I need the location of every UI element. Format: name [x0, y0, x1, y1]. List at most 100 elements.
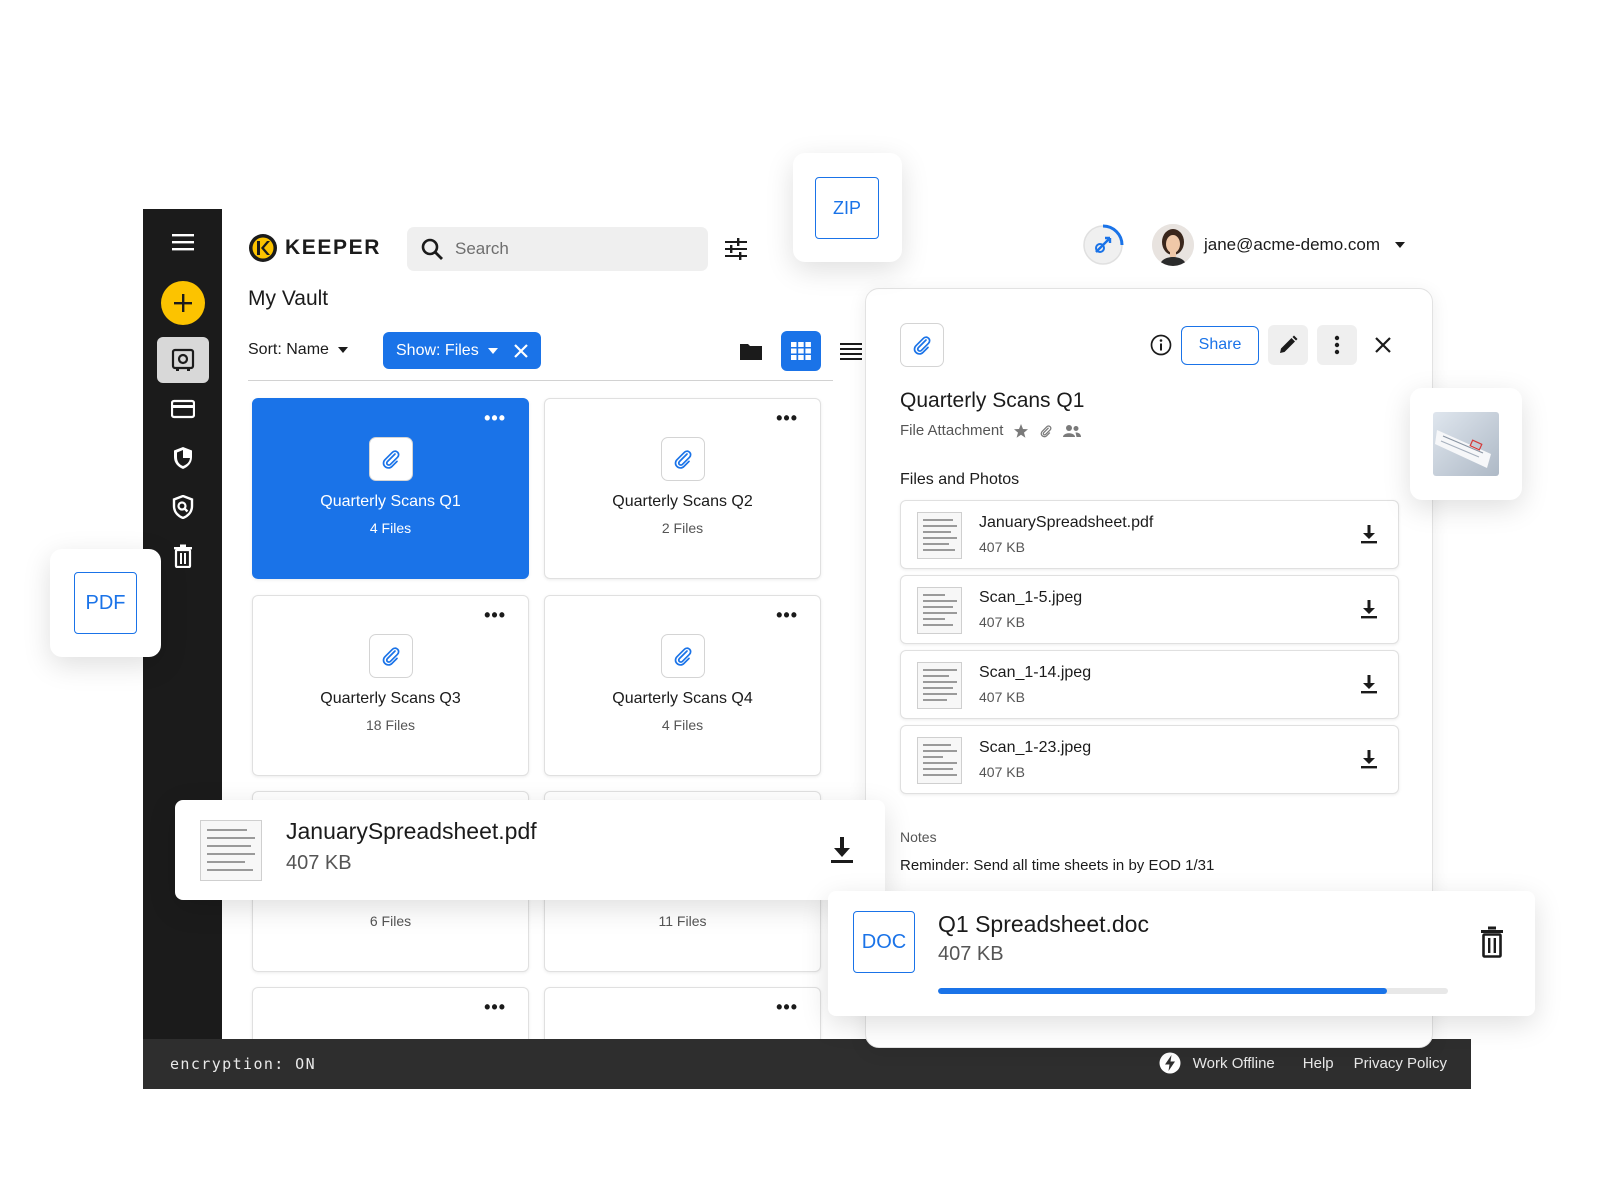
file-row[interactable]: Scan_1-14.jpeg 407 KB	[900, 650, 1399, 719]
section-heading: Files and Photos	[900, 471, 1020, 488]
vault-card[interactable]: ••• Quarterly Scans Q2 2 Files	[544, 398, 821, 579]
file-size: 407 KB	[979, 539, 1025, 555]
edit-button[interactable]	[1268, 325, 1308, 365]
file-row[interactable]: JanuarySpreadsheet.pdf 407 KB	[900, 500, 1399, 569]
file-name: Scan_1-23.jpeg	[979, 739, 1092, 756]
page-title: My Vault	[248, 287, 329, 310]
close-icon[interactable]	[513, 343, 529, 359]
card-file-count: 11 Files	[658, 913, 707, 929]
filter-chip[interactable]: Show: Files	[383, 332, 541, 369]
card-file-count: 4 Files	[369, 520, 412, 536]
vault-card[interactable]: ••• Quarterly Scans Q3 18 Files	[252, 595, 529, 776]
upload-progress-card: DOC Q1 Spreadsheet.doc 407 KB	[828, 891, 1535, 1016]
info-icon[interactable]	[1150, 334, 1172, 356]
more-options-icon[interactable]: •••	[776, 998, 798, 1016]
file-row[interactable]: Scan_1-5.jpeg 407 KB	[900, 575, 1399, 644]
vault-card[interactable]: ••• Quarterly Scans Q1 4 Files	[252, 398, 529, 579]
download-icon[interactable]	[1360, 524, 1378, 544]
work-offline-label: Work Offline	[1192, 1054, 1275, 1072]
sync-status-icon[interactable]	[1081, 223, 1125, 267]
folder-view-button[interactable]	[731, 331, 771, 371]
image-thumbnail-card	[1410, 388, 1522, 500]
folder-icon	[740, 344, 762, 360]
attachment-icon	[661, 437, 705, 481]
notes-text: Reminder: Send all time sheets in by EOD…	[900, 857, 1215, 874]
sort-dropdown[interactable]: Sort: Name	[248, 341, 349, 359]
trash-icon[interactable]	[1480, 926, 1504, 958]
pdf-badge: PDF	[74, 572, 137, 634]
search-input[interactable]	[455, 239, 675, 259]
file-thumbnail	[917, 512, 962, 559]
more-options-icon[interactable]: •••	[776, 606, 798, 624]
file-name: Scan_1-5.jpeg	[979, 589, 1083, 606]
keeper-logo-icon	[249, 234, 277, 262]
upload-file-size: 407 KB	[938, 943, 1004, 965]
sidebar-item-trash[interactable]	[157, 533, 209, 579]
download-icon[interactable]	[830, 836, 854, 864]
filter-settings-icon[interactable]	[724, 238, 748, 265]
card-file-count: 18 Files	[365, 717, 416, 733]
file-thumbnail	[200, 820, 262, 881]
filter-chip-label: Show: Files	[396, 341, 479, 359]
star-icon	[1014, 423, 1029, 438]
more-options-icon[interactable]: •••	[776, 409, 798, 427]
file-thumbnail	[917, 662, 962, 709]
help-link[interactable]: Help	[1303, 1055, 1334, 1072]
chevron-down-icon[interactable]	[1394, 241, 1406, 249]
privacy-policy-link[interactable]: Privacy Policy	[1354, 1055, 1447, 1072]
account-area: jane@acme-demo.com	[1081, 223, 1406, 267]
attachment-icon	[661, 634, 705, 678]
record-type-label: File Attachment	[900, 422, 1004, 439]
work-offline-button[interactable]: Work Offline	[1159, 1052, 1275, 1074]
grid-icon	[791, 342, 811, 360]
sidebar-item-vault[interactable]	[157, 337, 209, 383]
share-button[interactable]: Share	[1181, 325, 1259, 365]
file-size: 407 KB	[286, 852, 352, 874]
attachment-icon	[369, 437, 413, 481]
vault-card[interactable]: ••• Quarterly Scans Q4 4 Files	[544, 595, 821, 776]
more-options-button[interactable]	[1317, 325, 1357, 365]
card-title: Quarterly Scans Q3	[320, 690, 461, 707]
keeper-logo: KEEPER	[248, 233, 381, 263]
sidebar-item-security[interactable]	[157, 435, 209, 481]
attachment-icon	[369, 634, 413, 678]
kebab-menu-icon	[1334, 335, 1340, 355]
close-icon[interactable]	[1374, 336, 1392, 354]
notes-label: Notes	[900, 829, 937, 845]
card-file-count: 6 Files	[369, 913, 412, 929]
chevron-down-icon	[487, 347, 498, 354]
search-bar[interactable]	[407, 227, 708, 271]
menu-icon[interactable]	[157, 219, 209, 265]
zip-badge: ZIP	[815, 177, 879, 239]
plus-icon	[174, 294, 192, 312]
sort-label: Sort: Name	[248, 341, 329, 358]
sidebar-item-breachwatch[interactable]	[157, 484, 209, 530]
grid-view-button[interactable]	[781, 331, 821, 371]
vault-icon	[171, 348, 195, 371]
more-options-icon[interactable]: •••	[484, 998, 506, 1016]
more-options-icon[interactable]: •••	[484, 409, 506, 427]
card-title: Quarterly Scans Q1	[320, 493, 461, 510]
payment-card-icon	[171, 399, 195, 419]
download-icon[interactable]	[1360, 749, 1378, 769]
user-email[interactable]: jane@acme-demo.com	[1204, 235, 1380, 255]
file-thumbnail	[917, 737, 962, 784]
card-title: Quarterly Scans Q4	[612, 690, 753, 707]
pdf-file-badge-card: PDF	[50, 549, 161, 657]
download-icon[interactable]	[1360, 674, 1378, 694]
download-icon[interactable]	[1360, 599, 1378, 619]
zip-file-badge-card: ZIP	[793, 153, 902, 262]
sidebar-item-payments[interactable]	[157, 386, 209, 432]
file-row[interactable]: Scan_1-23.jpeg 407 KB	[900, 725, 1399, 794]
file-size: 407 KB	[979, 764, 1025, 780]
file-name: Scan_1-14.jpeg	[979, 664, 1092, 681]
file-download-card[interactable]: JanuarySpreadsheet.pdf 407 KB	[175, 800, 885, 900]
add-button[interactable]	[161, 281, 205, 325]
shield-icon	[174, 447, 192, 469]
more-options-icon[interactable]: •••	[484, 606, 506, 624]
card-title: Quarterly Scans Q2	[612, 493, 753, 510]
card-file-count: 2 Files	[661, 520, 704, 536]
avatar[interactable]	[1152, 224, 1194, 266]
upload-file-name: Q1 Spreadsheet.doc	[938, 911, 1149, 937]
scanned-document-image	[1433, 412, 1499, 476]
